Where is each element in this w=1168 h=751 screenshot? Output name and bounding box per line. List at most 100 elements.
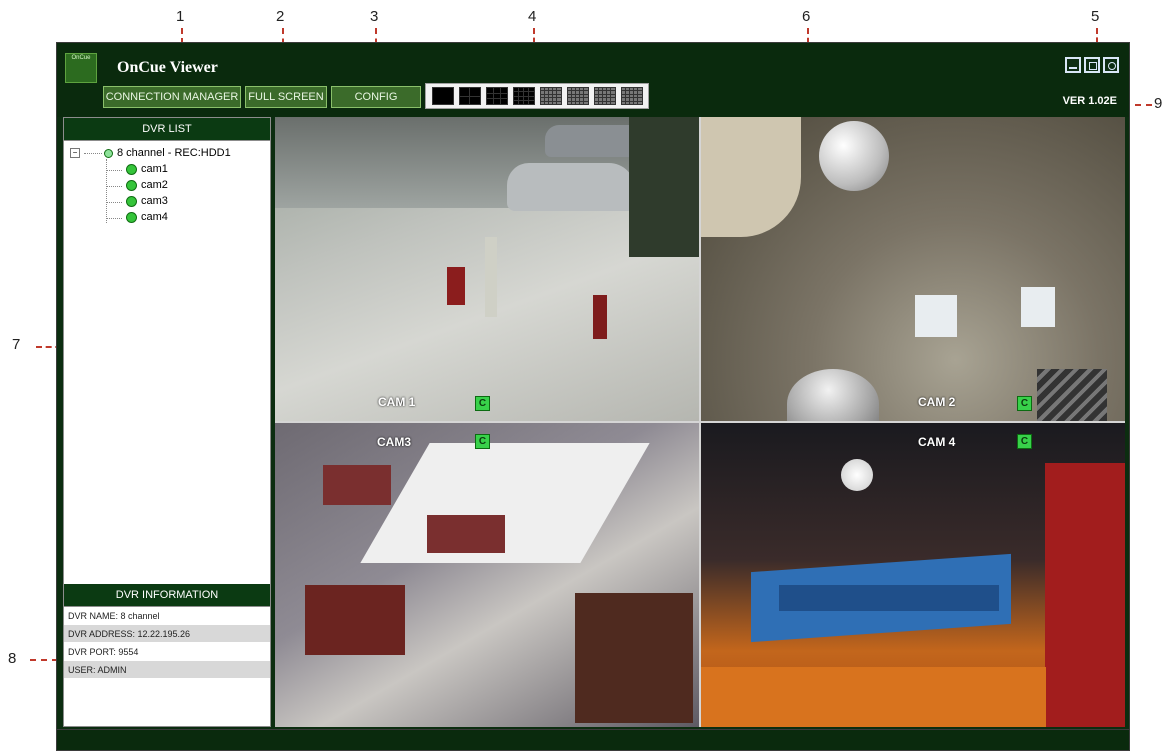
connection-manager-button[interactable]: CONNECTION MANAGER xyxy=(103,86,241,108)
status-bar xyxy=(57,729,1129,750)
camera-tile-4[interactable]: CAM 4 C xyxy=(701,423,1125,727)
callout-6: 6 xyxy=(802,8,811,25)
callout-4: 4 xyxy=(528,8,537,25)
glowing-orb xyxy=(841,459,873,491)
layout-9-button[interactable] xyxy=(485,87,508,105)
recording-badge: C xyxy=(475,396,490,411)
parked-car xyxy=(507,163,635,211)
camera-tile-2[interactable]: CAM 2 C xyxy=(701,117,1125,421)
camera-tile-3[interactable]: CAM3 C xyxy=(275,423,699,727)
walkway xyxy=(360,443,650,563)
callout-5: 5 xyxy=(1091,8,1100,25)
floor-sphere xyxy=(787,369,879,421)
tree-item-label: cam4 xyxy=(141,211,168,223)
tree-branch xyxy=(106,186,122,187)
red-storefront xyxy=(1045,463,1125,727)
escalator xyxy=(1037,369,1107,421)
ride-roof xyxy=(779,585,999,611)
minimize-icon xyxy=(1069,67,1077,69)
layout-36-button[interactable] xyxy=(566,87,589,105)
tree-item-cam3[interactable]: cam3 xyxy=(126,195,168,207)
tree-item-label: cam2 xyxy=(141,179,168,191)
dvr-user-row: USER: ADMIN xyxy=(64,661,270,679)
tree-connector xyxy=(84,152,102,154)
layout-selector xyxy=(425,83,649,109)
callout-1: 1 xyxy=(176,8,185,25)
layout-49-button[interactable] xyxy=(593,87,616,105)
close-icon xyxy=(1108,62,1116,70)
dvr-name-row: DVR NAME: 8 channel xyxy=(64,607,270,625)
white-display xyxy=(915,295,957,337)
layout-4-button[interactable] xyxy=(458,87,481,105)
gate-post xyxy=(485,237,497,317)
layout-64-button[interactable] xyxy=(620,87,643,105)
empty-row xyxy=(64,679,270,697)
camera-label: CAM3 xyxy=(377,435,412,449)
layout-16-button[interactable] xyxy=(512,87,535,105)
full-screen-button[interactable]: FULL SCREEN xyxy=(245,86,327,108)
close-button[interactable] xyxy=(1103,57,1119,73)
hanging-sphere xyxy=(819,121,889,191)
trees xyxy=(629,117,699,257)
tree-item-label: cam3 xyxy=(141,195,168,207)
dvr-port-row: DVR PORT: 9554 xyxy=(64,643,270,661)
dvr-tree: − 8 channel - REC:HDD1 cam1 cam2 cam3 ca… xyxy=(64,141,270,581)
kiosk xyxy=(323,465,391,505)
version-label: VER 1.02E xyxy=(1062,95,1117,107)
dvr-list-header: DVR LIST xyxy=(64,118,270,141)
ticket-machine xyxy=(593,295,607,339)
dvr-information-panel: DVR INFORMATION DVR NAME: 8 channel DVR … xyxy=(64,584,270,726)
callout-7: 7 xyxy=(12,336,21,353)
camera-status-icon xyxy=(126,179,137,191)
tree-item-cam2[interactable]: cam2 xyxy=(126,179,168,191)
orange-floor xyxy=(701,667,1046,727)
callout-9: 9 xyxy=(1154,95,1163,112)
tree-item-cam1[interactable]: cam1 xyxy=(126,163,168,175)
oncue-logo: OnCue xyxy=(65,53,97,83)
dvr-address-row: DVR ADDRESS: 12.22.195.26 xyxy=(64,625,270,643)
recording-badge: C xyxy=(1017,434,1032,449)
dvr-tree-root[interactable]: − 8 channel - REC:HDD1 xyxy=(70,147,231,159)
callout-2: 2 xyxy=(276,8,285,25)
tree-branch xyxy=(106,202,122,203)
layout-25-button[interactable] xyxy=(539,87,562,105)
kiosk xyxy=(305,585,405,655)
maximize-button[interactable] xyxy=(1084,57,1100,73)
dvr-root-label: 8 channel - REC:HDD1 xyxy=(117,147,231,159)
dvr-status-icon xyxy=(104,148,113,158)
camera-tile-1[interactable]: CAM 1 C xyxy=(275,117,699,421)
camera-label: CAM 4 xyxy=(918,435,956,449)
camera-status-icon xyxy=(126,211,137,223)
recording-badge: C xyxy=(1017,396,1032,411)
tree-item-cam4[interactable]: cam4 xyxy=(126,211,168,223)
app-title: OnCue Viewer xyxy=(117,59,218,76)
window-controls xyxy=(1065,57,1119,73)
callout-3: 3 xyxy=(370,8,379,25)
logo-text: OnCue xyxy=(71,55,91,61)
tree-branch xyxy=(106,218,122,219)
gate-barrier xyxy=(447,267,465,305)
tree-branch xyxy=(106,170,122,171)
camera-status-icon xyxy=(126,195,137,207)
collapse-icon[interactable]: − xyxy=(70,148,80,158)
camera-label: CAM 2 xyxy=(918,395,956,409)
white-display xyxy=(1021,287,1055,327)
header: OnCue OnCue Viewer CONNECTION MANAGER FU… xyxy=(57,43,1129,117)
sidebar: DVR LIST − 8 channel - REC:HDD1 cam1 cam… xyxy=(63,117,271,727)
callout-8-line xyxy=(30,659,58,661)
kiosk xyxy=(575,593,693,723)
callout-8: 8 xyxy=(8,650,17,667)
balcony xyxy=(701,117,801,237)
camera-status-icon xyxy=(126,163,137,175)
minimize-button[interactable] xyxy=(1065,57,1081,73)
config-button[interactable]: CONFIG xyxy=(331,86,421,108)
camera-label: CAM 1 xyxy=(378,395,416,409)
kiosk xyxy=(427,515,505,553)
oncue-viewer-window: OnCue OnCue Viewer CONNECTION MANAGER FU… xyxy=(56,42,1130,751)
recording-badge: C xyxy=(475,434,490,449)
dvr-information-header: DVR INFORMATION xyxy=(64,584,270,607)
layout-1-button[interactable] xyxy=(431,87,454,105)
maximize-icon xyxy=(1089,62,1097,70)
camera-grid: CAM 1 C CAM 2 C CAM3 C CAM 4 C xyxy=(275,117,1125,727)
tree-branch-line xyxy=(106,159,107,223)
